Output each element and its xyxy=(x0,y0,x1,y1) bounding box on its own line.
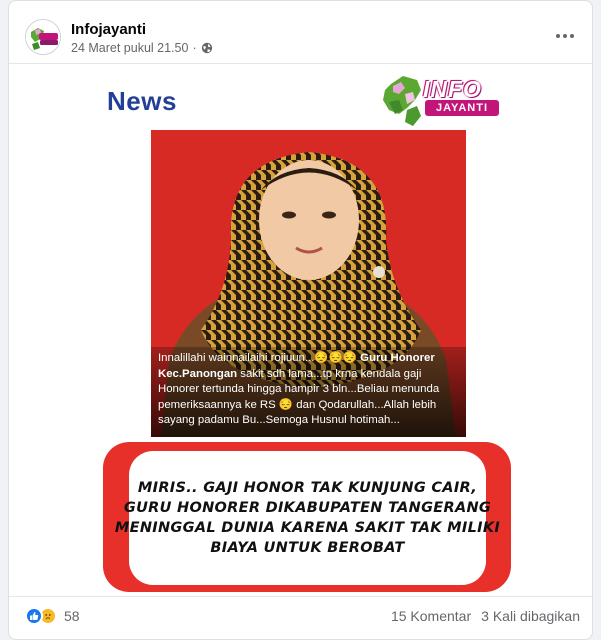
caption-text-1: Innalillahi wainnailaihi rojiuun...😔😔😔 xyxy=(158,352,361,364)
more-horizontal-icon xyxy=(563,34,567,38)
reaction-count[interactable]: 58 xyxy=(64,608,80,624)
post-timestamp[interactable]: 24 Maret pukul 21.50 xyxy=(71,41,188,55)
meta-separator: · xyxy=(192,41,197,55)
more-horizontal-icon xyxy=(570,34,574,38)
news-label: News xyxy=(107,86,177,116)
post-header: Infojayanti 24 Maret pukul 21.50 · xyxy=(9,1,592,63)
logo-subtext: JAYANTI xyxy=(425,100,499,116)
reactions-summary[interactable]: 58 xyxy=(25,607,80,625)
page-name[interactable]: Infojayanti xyxy=(71,21,146,38)
post-footer: 58 15 Komentar 3 Kali dibagikan xyxy=(9,597,592,639)
headline-line: GURU HONORER DIKABUPATEN TANGERANG xyxy=(123,500,492,516)
post-card: Infojayanti 24 Maret pukul 21.50 · News xyxy=(8,0,593,640)
comments-count-link[interactable]: 15 Komentar xyxy=(391,608,471,624)
headline-line: MENINGGAL DUNIA KARENA SAKIT TAK MILIKI xyxy=(114,520,501,536)
photo-caption: Innalillahi wainnailaihi rojiuun...😔😔😔 G… xyxy=(151,347,466,437)
more-horizontal-icon xyxy=(556,34,560,38)
info-jayanti-logo: INFO JAYANTI xyxy=(377,70,505,132)
globe-icon[interactable] xyxy=(201,42,213,54)
shares-count-link[interactable]: 3 Kali dibagikan xyxy=(481,608,580,624)
headline-frame: MIRIS.. GAJI HONOR TAK KUNJUNG CAIR, GUR… xyxy=(103,442,511,592)
headline-line: BIAYA UNTUK BEROBAT xyxy=(210,540,405,556)
post-meta: 24 Maret pukul 21.50 · xyxy=(71,41,213,55)
headline-line: MIRIS.. GAJI HONOR TAK KUNJUNG CAIR, xyxy=(137,480,478,496)
page-avatar[interactable] xyxy=(25,19,61,55)
like-reaction-icon xyxy=(25,607,43,625)
headline-panel: MIRIS.. GAJI HONOR TAK KUNJUNG CAIR, GUR… xyxy=(115,451,500,585)
logo-text: INFO xyxy=(423,76,482,102)
more-options-button[interactable] xyxy=(550,25,580,47)
post-image[interactable]: News INFO JAYANTI Innalillahi wainnailai… xyxy=(9,63,592,597)
engagement-stats: 15 Komentar 3 Kali dibagikan xyxy=(391,608,580,624)
